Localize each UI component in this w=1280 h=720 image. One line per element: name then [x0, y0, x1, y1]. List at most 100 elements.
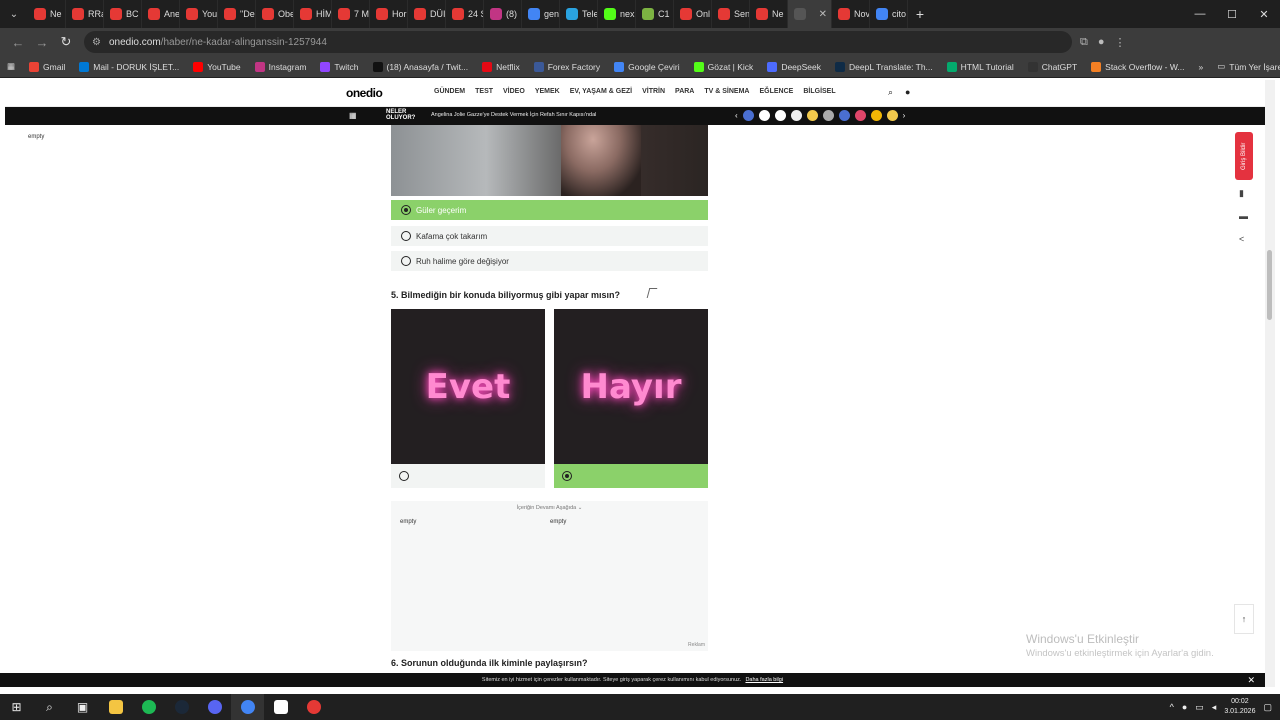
close-tab-icon[interactable]: ✕ — [819, 9, 827, 20]
extensions-icon[interactable]: ⧉ — [1080, 36, 1088, 49]
ticker-text[interactable]: Angelina Jolie Gazze'ye Destek Vermek İç… — [431, 112, 596, 118]
browser-tab[interactable]: (8) — [484, 0, 522, 28]
scrollbar[interactable] — [1265, 80, 1275, 687]
site-nav-item[interactable]: YEMEK — [535, 88, 560, 95]
browser-tab[interactable]: Ne — [28, 0, 66, 28]
bookmark-item[interactable]: Gözat | Kick — [687, 61, 761, 72]
site-nav-item[interactable]: TEST — [475, 88, 493, 95]
browser-tab[interactable]: 7 M — [332, 0, 370, 28]
q5-option-hayir[interactable]: Hayır — [554, 309, 708, 488]
browser-tab[interactable]: 24 S — [446, 0, 484, 28]
browser-tab[interactable]: BC — [104, 0, 142, 28]
steam-icon[interactable] — [165, 694, 198, 720]
site-nav-item[interactable]: GÜNDEM — [434, 88, 465, 95]
cookie-close-icon[interactable]: ✕ — [1247, 675, 1255, 686]
q4-option-2[interactable]: Kafama çok takarım — [391, 226, 708, 246]
site-nav-item[interactable]: EV, YAŞAM & GEZİ — [570, 88, 632, 95]
browser-tab[interactable]: cito — [870, 0, 908, 28]
cookie-more-link[interactable]: Daha fazla bilgi — [745, 677, 783, 683]
notion-icon[interactable] — [264, 694, 297, 720]
hayir-radio-bar[interactable] — [554, 464, 708, 488]
menu-icon[interactable]: ⋮ — [1115, 36, 1126, 49]
user-icon[interactable]: ● — [905, 87, 910, 98]
task-view-icon[interactable]: ▣ — [66, 694, 99, 720]
search-taskbar-icon[interactable]: ⌕ — [33, 694, 66, 720]
browser-tab[interactable]: DÜI — [408, 0, 446, 28]
profile-icon[interactable]: ● — [1098, 36, 1105, 49]
scrollbar-thumb[interactable] — [1267, 250, 1272, 320]
emoji-icon[interactable] — [854, 110, 866, 121]
emoji-icon[interactable] — [806, 110, 818, 121]
browser-tab[interactable]: "De — [218, 0, 256, 28]
bookmark-item[interactable]: Twitch — [313, 61, 365, 72]
tray-expand-icon[interactable]: ^ — [1170, 702, 1174, 712]
bookmark-item[interactable]: Stack Overflow - W... — [1084, 61, 1191, 72]
browser-tab[interactable]: You — [180, 0, 218, 28]
bookmark-item[interactable]: DeepSeek — [760, 61, 828, 72]
emoji-icon[interactable] — [838, 110, 850, 121]
bookmark-item[interactable]: Google Çeviri — [607, 61, 687, 72]
volume-icon[interactable]: ◂ — [1212, 702, 1217, 713]
chrome-icon[interactable] — [231, 694, 264, 720]
bookmark-item[interactable]: Forex Factory — [527, 61, 607, 72]
browser-tab[interactable]: Tele — [560, 0, 598, 28]
scroll-top-button[interactable]: ↑ — [1234, 604, 1254, 634]
new-tab-button[interactable]: + — [908, 6, 932, 22]
site-nav-item[interactable]: VİTRİN — [642, 88, 665, 95]
maximize-icon[interactable]: ☐ — [1216, 0, 1248, 28]
browser-tab[interactable]: Sen — [712, 0, 750, 28]
bookmark-item[interactable]: YouTube — [186, 61, 247, 72]
browser-tab[interactable]: ✕ — [788, 0, 832, 28]
search-icon[interactable]: ⌕ — [888, 87, 893, 98]
bookmark-item[interactable]: Gmail — [22, 61, 72, 72]
evet-radio-bar[interactable] — [391, 464, 545, 488]
discord-icon[interactable] — [198, 694, 231, 720]
browser-tab[interactable]: Hor — [370, 0, 408, 28]
network-icon[interactable]: ▭ — [1195, 702, 1204, 713]
emoji-icon[interactable] — [822, 110, 834, 121]
url-field[interactable]: ⚙ onedio.com/haber/ne-kadar-alinganssin-… — [84, 31, 1072, 53]
comments-icon[interactable]: ▬ — [1239, 211, 1248, 221]
q5-option-evet[interactable]: Evet — [391, 309, 545, 488]
site-nav-item[interactable]: PARA — [675, 88, 694, 95]
bookmark-item[interactable]: Mail - DORUK İŞLET... — [72, 61, 186, 72]
apps-icon[interactable]: ▦ — [0, 61, 22, 72]
bookmark-item[interactable]: DeepL Translate: Th... — [828, 61, 940, 72]
bookmark-icon[interactable]: ▮ — [1239, 188, 1244, 199]
browser-tab[interactable]: HİM — [294, 0, 332, 28]
close-window-icon[interactable]: ✕ — [1248, 0, 1280, 28]
prev-icon[interactable]: ‹ — [735, 111, 738, 120]
bookmark-item[interactable]: Instagram — [248, 61, 314, 72]
browser-tab[interactable]: gen — [522, 0, 560, 28]
browser-tab[interactable]: nex — [598, 0, 636, 28]
more-bookmarks-icon[interactable]: » — [1192, 62, 1211, 72]
site-nav-item[interactable]: BİLGİSEL — [803, 88, 835, 95]
emoji-icon[interactable] — [774, 110, 786, 121]
notification-icon[interactable]: ▢ — [1263, 702, 1272, 713]
report-button[interactable]: Giriş Bildir — [1235, 132, 1253, 180]
tab-search-icon[interactable]: ⌄ — [0, 0, 28, 28]
grid-icon[interactable]: ▦ — [349, 111, 357, 120]
chrome-profile-icon[interactable] — [297, 694, 330, 720]
mic-icon[interactable]: ● — [1182, 702, 1187, 712]
reload-icon[interactable]: ↻ — [54, 34, 78, 50]
browser-tab[interactable]: C1 — [636, 0, 674, 28]
browser-tab[interactable]: Ne — [750, 0, 788, 28]
spotify-icon[interactable] — [132, 694, 165, 720]
file-explorer-icon[interactable] — [99, 694, 132, 720]
q4-option-3[interactable]: Ruh halime göre değişiyor — [391, 251, 708, 271]
emoji-icon[interactable] — [886, 110, 898, 121]
next-icon[interactable]: › — [903, 111, 906, 120]
emoji-icon[interactable] — [790, 110, 802, 121]
browser-tab[interactable]: Onl — [674, 0, 712, 28]
bookmark-item[interactable]: ChatGPT — [1021, 61, 1084, 72]
forward-icon[interactable]: → — [30, 35, 54, 50]
emoji-icon[interactable] — [742, 110, 754, 121]
browser-tab[interactable]: Obe — [256, 0, 294, 28]
back-icon[interactable]: ← — [6, 35, 30, 50]
site-nav-item[interactable]: EĞLENCE — [760, 88, 794, 95]
site-logo[interactable]: onedio — [346, 86, 383, 100]
bookmark-item[interactable]: HTML Tutorial — [940, 61, 1021, 72]
start-icon[interactable]: ⊞ — [0, 694, 33, 720]
clock[interactable]: 00:02 3.01.2026 — [1224, 697, 1255, 717]
